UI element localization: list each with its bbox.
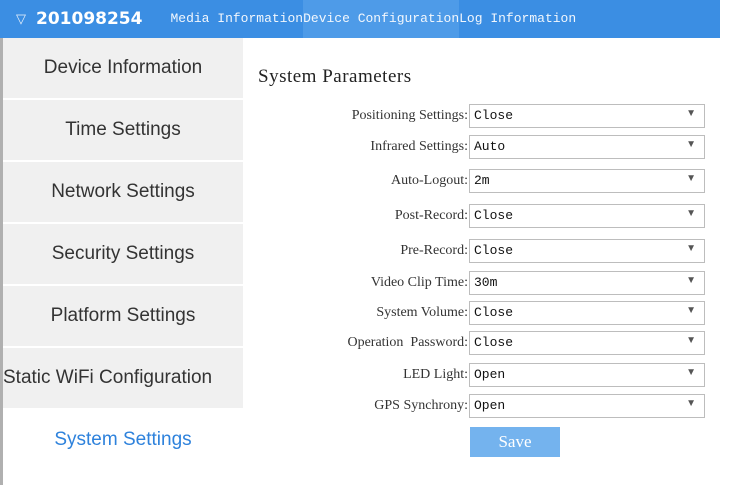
form-row-gps-synchrony: GPS Synchrony: Open ▼ [243,394,720,418]
operation-password-select[interactable]: Close ▼ [469,331,705,355]
select-value: Close [474,208,514,223]
sidebar-item-label: System Settings [54,429,192,450]
field-label: Post-Record: [394,208,468,223]
chevron-down-icon: ▼ [686,208,696,219]
field-label: Infrared Settings: [370,139,468,154]
led-light-select[interactable]: Open ▼ [469,363,705,387]
tab-device-configuration[interactable]: Device Configuration [303,0,460,38]
field-label: Operation Password: [347,335,468,350]
form-row-pre-record: Pre-Record: Close ▼ [243,239,720,263]
chevron-down-icon: ▼ [686,398,696,409]
select-value: 2m [474,173,490,188]
select-value: 30m [474,275,498,290]
sidebar-item-time-settings[interactable]: Time Settings [3,100,243,160]
form-row-infrared: Infrared Settings: Auto ▼ [243,135,720,159]
field-label: LED Light: [403,367,468,382]
form-row-operation-password: Operation Password: Close ▼ [243,331,720,355]
triangle-down-icon[interactable]: ▽ [16,11,26,27]
select-value: Auto [474,139,506,154]
field-label: GPS Synchrony: [374,398,468,413]
sidebar-item-label: Static WiFi Configuration [3,367,213,388]
tab-log-information[interactable]: Log Information [459,0,576,38]
sidebar-item-static-wifi-configuration[interactable]: Static WiFi Configuration [3,348,243,408]
sidebar-item-system-settings[interactable]: System Settings [3,410,243,470]
form-row-system-volume: System Volume: Close ▼ [243,301,720,325]
device-id[interactable]: 201098254 [36,9,142,29]
select-value: Open [474,367,506,382]
auto-logout-select[interactable]: 2m ▼ [469,169,705,193]
chevron-down-icon: ▼ [686,275,696,286]
sidebar-item-label: Device Information [43,57,203,78]
select-value: Close [474,305,514,320]
chevron-down-icon: ▼ [686,367,696,378]
field-label: System Volume: [376,305,468,320]
infrared-settings-select[interactable]: Auto ▼ [469,135,705,159]
sidebar-item-label: Network Settings [51,181,195,202]
sidebar-item-label: Security Settings [51,243,195,264]
tab-media-information[interactable]: Media Information [170,0,303,38]
chevron-down-icon: ▼ [686,335,696,346]
sidebar-item-security-settings[interactable]: Security Settings [3,224,243,284]
field-label: Positioning Settings: [351,108,468,123]
save-button[interactable]: Save [470,427,560,457]
chevron-down-icon: ▼ [686,108,696,119]
sidebar-item-device-information[interactable]: Device Information [3,38,243,98]
section-title: System Parameters [258,66,412,87]
form-row-positioning: Positioning Settings: Close ▼ [243,104,720,128]
field-label: Auto-Logout: [391,173,468,188]
positioning-settings-select[interactable]: Close ▼ [469,104,705,128]
right-background [720,0,754,485]
system-volume-select[interactable]: Close ▼ [469,301,705,325]
select-value: Close [474,108,514,123]
chevron-down-icon: ▼ [686,243,696,254]
form-row-led-light: LED Light: Open ▼ [243,363,720,387]
select-value: Close [474,335,514,350]
chevron-down-icon: ▼ [686,173,696,184]
form-row-post-record: Post-Record: Close ▼ [243,204,720,228]
chevron-down-icon: ▼ [686,305,696,316]
post-record-select[interactable]: Close ▼ [469,204,705,228]
field-label: Pre-Record: [400,243,468,258]
pre-record-select[interactable]: Close ▼ [469,239,705,263]
select-value: Close [474,243,514,258]
chevron-down-icon: ▼ [686,139,696,150]
form-row-auto-logout: Auto-Logout: 2m ▼ [243,169,720,193]
sidebar-item-network-settings[interactable]: Network Settings [3,162,243,222]
sidebar-item-label: Platform Settings [50,305,196,326]
video-clip-time-select[interactable]: 30m ▼ [469,271,705,295]
gps-synchrony-select[interactable]: Open ▼ [469,394,705,418]
sidebar: Device Information Time Settings Network… [3,38,243,472]
sidebar-item-label: Time Settings [65,119,181,140]
top-nav-bar: ▽ 201098254 Media Information Device Con… [0,0,720,38]
select-value: Open [474,398,506,413]
field-label: Video Clip Time: [370,275,468,290]
sidebar-item-platform-settings[interactable]: Platform Settings [3,286,243,346]
form-row-video-clip-time: Video Clip Time: 30m ▼ [243,271,720,295]
